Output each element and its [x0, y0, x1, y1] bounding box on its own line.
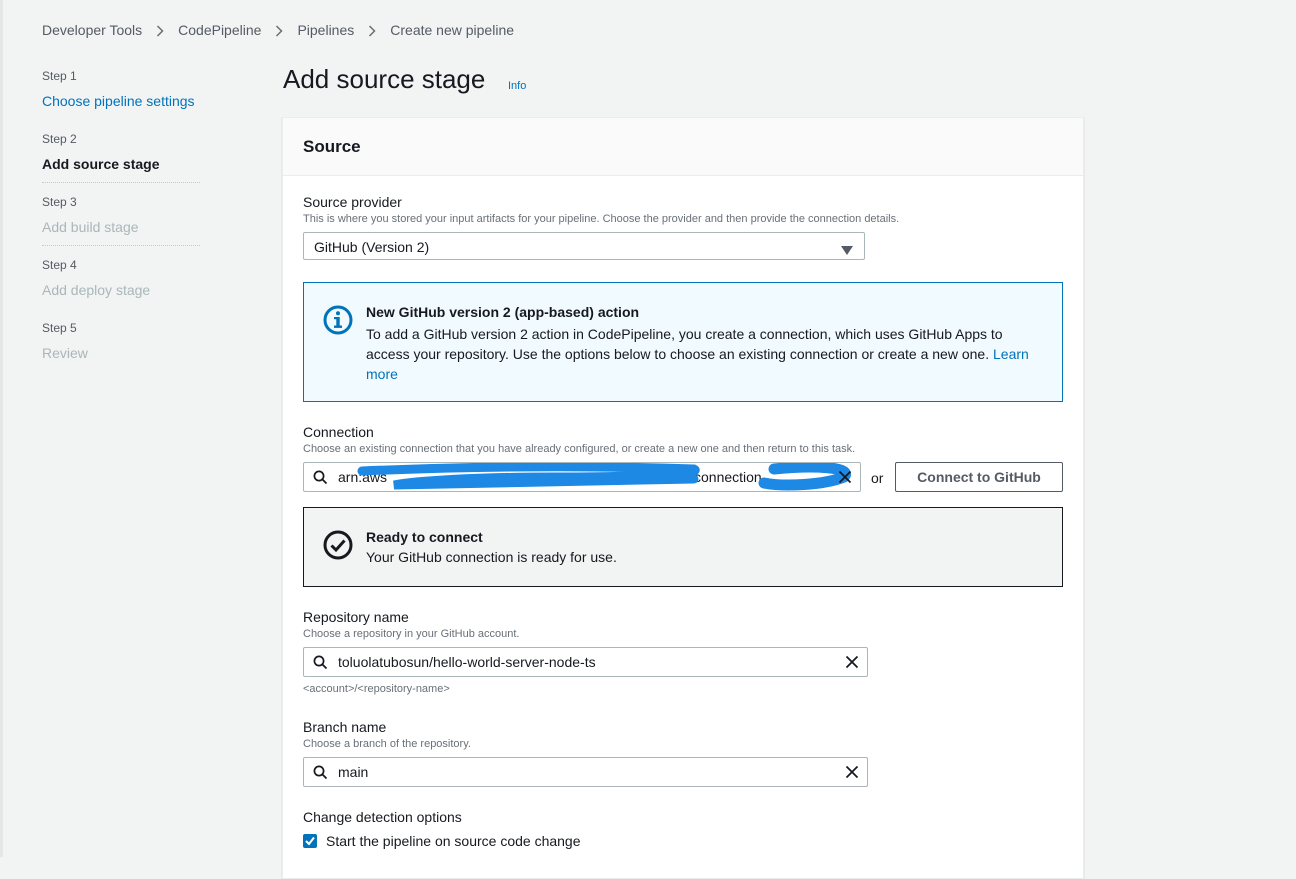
source-provider-value: GitHub (Version 2)	[314, 239, 430, 255]
source-provider-select[interactable]: GitHub (Version 2)	[303, 232, 865, 260]
chevron-right-icon	[354, 22, 390, 38]
ready-alert-body: Your GitHub connection is ready for use.	[366, 549, 617, 565]
source-container: Source Source provider This is where you…	[282, 117, 1084, 879]
breadcrumb-codepipeline[interactable]: CodePipeline	[178, 22, 261, 38]
repository-name-value: toluolatubosun/hello-world-server-node-t…	[338, 654, 596, 670]
window-edge	[0, 0, 3, 857]
connection-input[interactable]: arn:aws connection	[303, 462, 861, 492]
info-icon	[323, 305, 353, 340]
branch-name-description: Choose a branch of the repository.	[303, 738, 471, 750]
breadcrumb-pipelines[interactable]: Pipelines	[297, 22, 354, 38]
step-add-build-stage: Add build stage	[42, 219, 139, 235]
redaction-scribble	[357, 463, 852, 491]
wizard-step-5: Step 5 Review	[42, 320, 202, 383]
source-header: Source	[303, 137, 361, 156]
branch-name-input[interactable]: main	[303, 757, 868, 787]
step-current-add-source-stage: Add source stage	[42, 156, 160, 172]
wizard-step-2: Step 2 Add source stage	[42, 131, 202, 194]
step-number: Step 1	[42, 69, 77, 83]
caret-down-icon	[841, 242, 853, 258]
container-header: Source	[283, 118, 1083, 176]
repository-name-input[interactable]: toluolatubosun/hello-world-server-node-t…	[303, 647, 868, 677]
page-title: Add source stage	[283, 64, 486, 94]
start-on-change-label: Start the pipeline on source code change	[326, 833, 581, 849]
step-review: Review	[42, 345, 88, 361]
step-divider	[42, 182, 200, 183]
source-provider-label: Source provider	[303, 194, 402, 210]
connect-to-github-button[interactable]: Connect to GitHub	[895, 462, 1063, 492]
wizard-step-4: Step 4 Add deploy stage	[42, 257, 202, 320]
ready-to-connect-alert: Ready to connect Your GitHub connection …	[303, 507, 1063, 587]
branch-name-value: main	[338, 764, 369, 780]
step-number: Step 3	[42, 195, 77, 209]
start-on-change-checkbox[interactable]	[303, 834, 317, 848]
github-v2-info-alert: New GitHub version 2 (app-based) action …	[303, 282, 1063, 402]
clear-icon[interactable]	[845, 765, 859, 782]
wizard-step-1: Step 1 Choose pipeline settings	[42, 68, 202, 131]
clear-icon[interactable]	[845, 655, 859, 672]
info-alert-text: To add a GitHub version 2 action in Code…	[366, 326, 1003, 362]
change-detection-label: Change detection options	[303, 809, 462, 825]
breadcrumb: Developer Tools CodePipeline Pipelines C…	[42, 22, 514, 38]
repository-name-label: Repository name	[303, 609, 409, 625]
ready-alert-title: Ready to connect	[366, 529, 483, 545]
step-add-deploy-stage: Add deploy stage	[42, 282, 151, 298]
search-icon	[313, 655, 328, 673]
wizard-steps: Step 1 Choose pipeline settings Step 2 A…	[42, 68, 202, 383]
info-alert-body: To add a GitHub version 2 action in Code…	[366, 324, 1046, 384]
check-circle-icon	[323, 530, 353, 565]
connection-description: Choose an existing connection that you h…	[303, 443, 856, 455]
wizard-step-3: Step 3 Add build stage	[42, 194, 202, 257]
breadcrumb-create-new-pipeline: Create new pipeline	[390, 22, 515, 38]
step-number: Step 2	[42, 132, 77, 146]
breadcrumb-developer-tools[interactable]: Developer Tools	[42, 22, 142, 38]
repository-name-hint: <account>/<repository-name>	[303, 683, 450, 695]
clear-icon[interactable]	[838, 470, 852, 487]
step-number: Step 4	[42, 258, 77, 272]
chevron-right-icon	[261, 22, 297, 38]
search-icon	[313, 765, 328, 783]
chevron-right-icon	[142, 22, 178, 38]
checkmark-icon	[305, 836, 315, 846]
or-text: or	[871, 470, 884, 486]
step-number: Step 5	[42, 321, 77, 335]
search-icon	[313, 470, 328, 488]
source-provider-description: This is where you stored your input arti…	[303, 213, 900, 225]
branch-name-label: Branch name	[303, 719, 387, 735]
step-link-choose-pipeline-settings[interactable]: Choose pipeline settings	[42, 91, 202, 111]
step-divider	[42, 245, 200, 246]
info-alert-title: New GitHub version 2 (app-based) action	[366, 304, 640, 320]
connection-label: Connection	[303, 424, 374, 440]
info-link[interactable]: Info	[508, 80, 526, 92]
repository-name-description: Choose a repository in your GitHub accou…	[303, 628, 520, 640]
